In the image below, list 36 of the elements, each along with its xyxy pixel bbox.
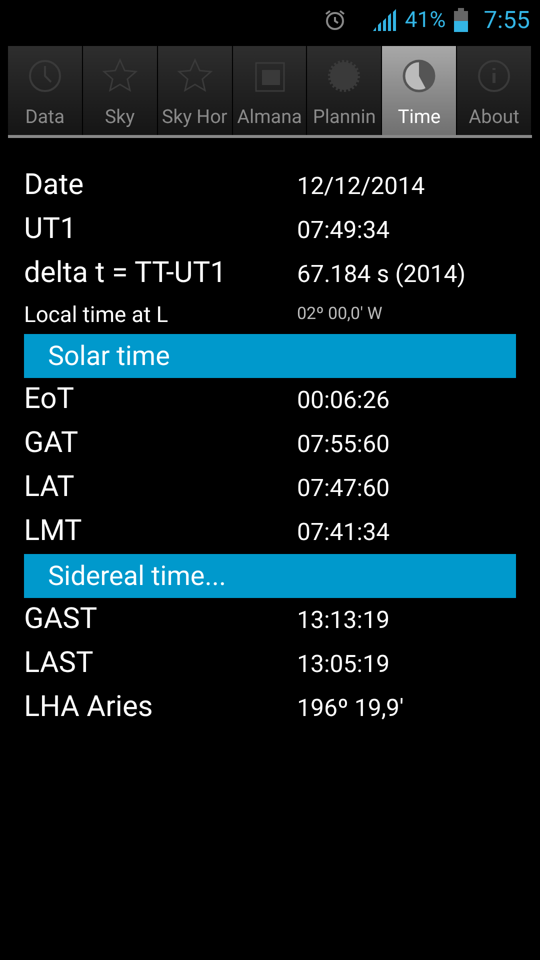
signal-icon	[372, 9, 397, 31]
alarm-clock-icon	[322, 8, 347, 32]
row-value: 02º 00,0' W	[297, 303, 382, 326]
row-value: 13:05:19	[297, 649, 390, 680]
row-label: UT1	[24, 211, 78, 248]
battery-icon	[454, 8, 468, 32]
row-label: delta t = TT-UT1	[24, 255, 228, 292]
row-value: 67.184 s (2014)	[297, 259, 466, 290]
row-value: 196º 19,9'	[297, 693, 404, 724]
row-label: Date	[24, 167, 85, 204]
row-label: GAT	[24, 425, 80, 462]
row-value: 07:49:34	[297, 215, 390, 246]
section-header: Solar time	[24, 334, 516, 378]
row-label: LAT	[24, 469, 76, 506]
row-label: GAST	[24, 601, 98, 638]
tab[interactable]: Almana	[232, 46, 308, 135]
row-label: EoT	[24, 381, 76, 418]
tab[interactable]: Data	[8, 46, 83, 135]
clock-time: 7:55	[484, 5, 530, 36]
row-value: 07:41:34	[297, 517, 390, 548]
tab[interactable]: Plannin	[307, 46, 382, 135]
tab[interactable]: Sky	[82, 46, 158, 135]
section-header: Sidereal time...	[24, 554, 516, 598]
battery-percent: 41%	[404, 6, 446, 34]
tab[interactable]: Time	[382, 46, 458, 135]
row-label: LAST	[24, 645, 94, 682]
tab[interactable]: Sky Hor	[158, 46, 233, 135]
row-value: 07:55:60	[297, 429, 390, 460]
row-value: 07:47:60	[297, 473, 390, 504]
row-value: 13:13:19	[297, 605, 390, 636]
row-label: LHA Aries	[24, 689, 154, 726]
row-label: LMT	[24, 513, 83, 550]
row-value: 00:06:26	[297, 385, 390, 416]
row-value: 12/12/2014	[297, 171, 425, 202]
row-label: Local time at L	[24, 302, 170, 330]
tab[interactable]: About	[457, 46, 532, 135]
